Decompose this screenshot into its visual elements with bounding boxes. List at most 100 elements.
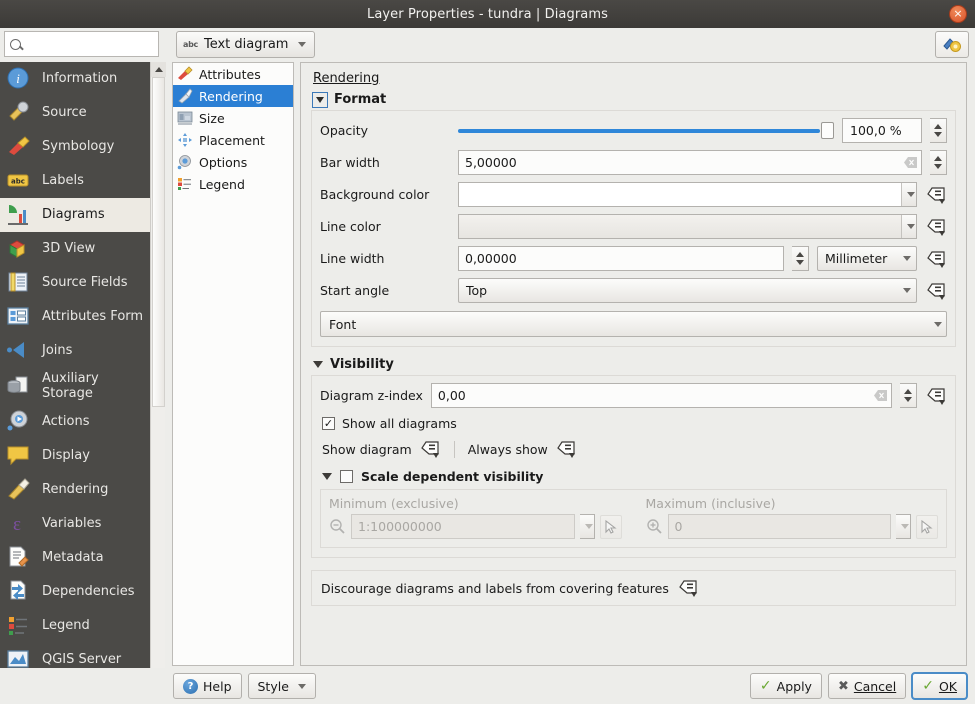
search-box[interactable] bbox=[4, 31, 159, 57]
sidebar-item-actions[interactable]: Actions bbox=[0, 405, 150, 439]
stepper-up-icon[interactable] bbox=[934, 156, 942, 161]
font-button[interactable]: Font bbox=[320, 311, 947, 337]
collapse-arrow-icon[interactable] bbox=[313, 361, 323, 368]
cancel-button[interactable]: ✖ Cancel bbox=[827, 673, 907, 699]
subtab-rendering[interactable]: Rendering bbox=[173, 85, 293, 107]
bar-width-stepper[interactable] bbox=[930, 150, 947, 175]
style-label: Style bbox=[257, 678, 289, 694]
apply-button[interactable]: ✓ Apply bbox=[749, 673, 822, 699]
information-icon: i bbox=[6, 66, 34, 92]
sidebar-item-display[interactable]: Display bbox=[0, 439, 150, 473]
start-angle-combo[interactable]: Top bbox=[458, 278, 917, 303]
style-manager-button[interactable] bbox=[935, 31, 969, 58]
labels-icon: abc bbox=[6, 168, 34, 194]
clear-icon[interactable] bbox=[904, 157, 917, 169]
line-color-button[interactable] bbox=[458, 214, 917, 239]
sidebar-item-variables[interactable]: ε Variables bbox=[0, 507, 150, 541]
collapse-arrow-icon[interactable] bbox=[322, 473, 332, 480]
color-swatch[interactable] bbox=[459, 183, 901, 206]
bar-width-input[interactable]: 5,00000 bbox=[458, 150, 922, 175]
stepper-down-icon[interactable] bbox=[904, 397, 912, 402]
subtab-attributes[interactable]: Attributes bbox=[173, 63, 293, 85]
minimum-scale-dropdown[interactable] bbox=[579, 514, 595, 539]
maximum-scale-combo[interactable]: 0 bbox=[667, 514, 891, 539]
sidebar-scrollbar[interactable] bbox=[150, 62, 166, 704]
z-index-input[interactable]: 0,00 bbox=[430, 383, 892, 408]
stepper-up-icon[interactable] bbox=[796, 252, 804, 257]
search-input[interactable] bbox=[25, 36, 151, 52]
line-width-unit-combo[interactable]: Millimeter bbox=[817, 246, 917, 271]
diagram-subtab-list[interactable]: Attributes Rendering Size Placement Opti… bbox=[172, 62, 294, 666]
stepper-down-icon[interactable] bbox=[934, 164, 942, 169]
data-defined-override-icon[interactable] bbox=[925, 185, 947, 205]
data-defined-override-icon[interactable] bbox=[925, 217, 947, 237]
sidebar-item-dependencies[interactable]: Dependencies bbox=[0, 575, 150, 609]
sidebar-item-rendering[interactable]: Rendering bbox=[0, 473, 150, 507]
data-defined-override-icon[interactable] bbox=[677, 578, 699, 598]
sidebar-item-symbology[interactable]: Symbology bbox=[0, 130, 150, 164]
opacity-slider[interactable] bbox=[458, 118, 834, 143]
line-width-stepper[interactable] bbox=[792, 246, 809, 271]
sidebar-item-information[interactable]: i Information bbox=[0, 62, 150, 96]
stepper-down-icon[interactable] bbox=[796, 260, 804, 265]
ok-button[interactable]: ✓ OK bbox=[911, 672, 968, 700]
maximum-scale-dropdown[interactable] bbox=[896, 514, 911, 539]
collapse-arrow-icon[interactable] bbox=[312, 91, 328, 108]
background-color-button[interactable] bbox=[458, 182, 917, 207]
style-button[interactable]: Style bbox=[247, 673, 316, 699]
data-defined-override-icon[interactable] bbox=[555, 439, 577, 459]
z-index-stepper[interactable] bbox=[900, 383, 917, 408]
stepper-down-icon[interactable] bbox=[934, 132, 942, 137]
bar-width-row: Bar width 5,00000 bbox=[320, 150, 947, 175]
sidebar-item-attributes-form[interactable]: Attributes Form bbox=[0, 300, 150, 334]
format-group-header[interactable]: Format bbox=[312, 91, 956, 108]
line-color-row: Line color bbox=[320, 214, 947, 239]
clear-icon[interactable] bbox=[874, 390, 887, 402]
scroll-up-button[interactable] bbox=[151, 62, 166, 77]
sidebar-item-labels[interactable]: abc Labels bbox=[0, 164, 150, 198]
data-defined-override-icon[interactable] bbox=[925, 386, 947, 406]
color-dropdown-button[interactable] bbox=[901, 183, 916, 206]
sidebar-item-label: Source Fields bbox=[42, 274, 128, 290]
sidebar-item-auxiliary-storage[interactable]: Auxiliary Storage bbox=[0, 368, 150, 405]
stepper-up-icon[interactable] bbox=[904, 389, 912, 394]
help-button[interactable]: ? Help bbox=[173, 673, 242, 699]
set-to-current-canvas-scale-button[interactable] bbox=[599, 514, 622, 539]
visibility-group-header[interactable]: Visibility bbox=[313, 357, 956, 372]
opacity-stepper[interactable] bbox=[930, 118, 947, 143]
scale-dependent-header[interactable]: Scale dependent visibility bbox=[322, 469, 947, 484]
sidebar-item-source-fields[interactable]: Source Fields bbox=[0, 266, 150, 300]
sidebar-item-label: Attributes Form bbox=[42, 308, 144, 324]
close-icon[interactable]: × bbox=[949, 5, 967, 23]
stepper-up-icon[interactable] bbox=[934, 124, 942, 129]
color-dropdown-button[interactable] bbox=[901, 215, 916, 238]
subtab-size[interactable]: Size bbox=[173, 107, 293, 129]
scrollbar-thumb[interactable] bbox=[152, 77, 165, 407]
always-show-label: Always show bbox=[467, 441, 548, 457]
subtab-placement[interactable]: Placement bbox=[173, 129, 293, 151]
sidebar-item-legend[interactable]: Legend bbox=[0, 609, 150, 643]
show-all-diagrams-checkbox[interactable]: ✓ bbox=[322, 417, 335, 430]
chevron-down-icon bbox=[298, 42, 307, 47]
properties-sidebar[interactable]: i Information Source Symbology abc Label… bbox=[0, 62, 150, 704]
minimum-scale-combo[interactable]: 1:100000000 bbox=[351, 514, 575, 539]
color-swatch[interactable] bbox=[459, 215, 901, 238]
data-defined-override-icon[interactable] bbox=[419, 439, 441, 459]
opacity-value[interactable]: 100,0 % bbox=[842, 118, 922, 143]
data-defined-override-icon[interactable] bbox=[925, 281, 947, 301]
show-all-diagrams-row[interactable]: ✓ Show all diagrams bbox=[322, 416, 947, 431]
data-defined-override-icon[interactable] bbox=[925, 249, 947, 269]
scale-dependent-checkbox[interactable] bbox=[340, 470, 353, 483]
sidebar-item-3d-view[interactable]: 3D View bbox=[0, 232, 150, 266]
sidebar-item-metadata[interactable]: Metadata bbox=[0, 541, 150, 575]
subtab-options[interactable]: Options bbox=[173, 151, 293, 173]
slider-handle[interactable] bbox=[821, 122, 834, 139]
subtab-legend[interactable]: Legend bbox=[173, 173, 293, 195]
chevron-down-icon bbox=[584, 524, 593, 529]
diagram-type-combo[interactable]: abc Text diagram bbox=[176, 31, 316, 58]
sidebar-item-joins[interactable]: Joins bbox=[0, 334, 150, 368]
set-to-current-canvas-scale-button[interactable] bbox=[916, 514, 938, 539]
sidebar-item-diagrams[interactable]: Diagrams bbox=[0, 198, 150, 232]
sidebar-item-source[interactable]: Source bbox=[0, 96, 150, 130]
line-width-input[interactable]: 0,00000 bbox=[458, 246, 784, 271]
